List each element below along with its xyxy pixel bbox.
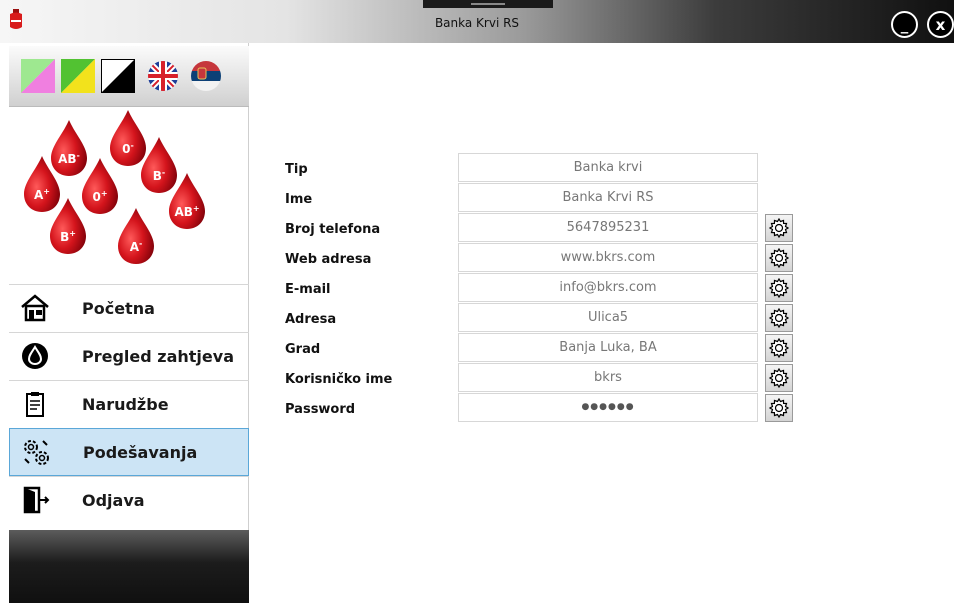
adresa-field[interactable]: Ulica5 xyxy=(458,303,758,332)
e-mail-label: E-mail xyxy=(285,282,331,297)
serbian-flag-icon[interactable] xyxy=(191,61,221,91)
blood-drop-1: AB- xyxy=(51,120,87,176)
grad-label: Grad xyxy=(285,342,321,357)
pink-green-theme-button[interactable] xyxy=(21,59,55,93)
e-mail-edit-button[interactable] xyxy=(765,274,793,302)
sidebar-item-label: Početna xyxy=(82,299,155,318)
sidebar: AB- 0- B- A+ 0+ AB+ B+ A- Početna Pregled zahtje… xyxy=(0,43,249,603)
adresa-edit-button[interactable] xyxy=(765,304,793,332)
sidebar-item-clipboard[interactable]: Narudžbe xyxy=(9,380,249,428)
tip-field[interactable]: Banka krvi xyxy=(458,153,758,182)
blood-drop-8: A- xyxy=(118,208,154,264)
web-adresa-label: Web adresa xyxy=(285,252,372,267)
black-white-theme-button[interactable] xyxy=(101,59,135,93)
korisnicko-ime-label: Korisničko ime xyxy=(285,372,393,387)
close-button[interactable]: x xyxy=(927,11,954,38)
blood-drop-2: 0- xyxy=(110,110,146,166)
korisnicko-ime-field[interactable]: bkrs xyxy=(458,363,758,392)
clipboard-icon xyxy=(20,389,50,419)
window-title: Banka Krvi RS xyxy=(434,16,520,30)
ime-label: Ime xyxy=(285,192,313,207)
sidebar-item-home[interactable]: Početna xyxy=(9,284,249,332)
korisnicko-ime-edit-button[interactable] xyxy=(765,364,793,392)
broj-telefona-label: Broj telefona xyxy=(285,222,381,237)
web-adresa-field[interactable]: www.bkrs.com xyxy=(458,243,758,272)
blood-types-graphic: AB- 0-B-A+ 0+AB+B+A- xyxy=(24,110,205,264)
blood-drop-5: 0+ xyxy=(82,158,118,214)
broj-telefona-field[interactable]: 5647895231 xyxy=(458,213,758,242)
english-flag-icon[interactable] xyxy=(148,61,178,91)
sidebar-item-label: Narudžbe xyxy=(82,395,169,414)
theme-language-bar xyxy=(9,46,249,107)
sidebar-item-label: Podešavanja xyxy=(83,443,198,462)
title-bar: Banka Krvi RS _ x xyxy=(0,0,954,43)
blood-drop-icon xyxy=(20,341,50,371)
sidebar-footer xyxy=(9,530,249,603)
adresa-label: Adresa xyxy=(285,312,337,327)
sidebar-item-blood-drop[interactable]: Pregled zahtjeva xyxy=(9,332,249,380)
title-notch xyxy=(423,0,553,8)
sidebar-item-logout[interactable]: Odjava xyxy=(9,476,249,524)
password-label: Password xyxy=(285,402,356,417)
grad-field[interactable]: Banja Luka, BA xyxy=(458,333,758,362)
sidebar-item-label: Odjava xyxy=(82,491,145,510)
minimize-button[interactable]: _ xyxy=(891,11,918,38)
web-adresa-edit-button[interactable] xyxy=(765,244,793,272)
e-mail-field[interactable]: info@bkrs.com xyxy=(458,273,758,302)
password-field[interactable]: ●●●●●● xyxy=(458,393,758,422)
blood-drop-3: B- xyxy=(141,137,177,193)
sidebar-item-settings[interactable]: Podešavanja xyxy=(9,428,249,476)
tip-label: Tip xyxy=(285,162,308,177)
broj-telefona-edit-button[interactable] xyxy=(765,214,793,242)
settings-icon xyxy=(21,437,51,467)
main-nav: Početna Pregled zahtjeva Narudžbe Podešavan… xyxy=(9,284,249,524)
sidebar-item-label: Pregled zahtjeva xyxy=(82,347,234,366)
ime-field[interactable]: Banka Krvi RS xyxy=(458,183,758,212)
password-edit-button[interactable] xyxy=(765,394,793,422)
yellow-green-theme-button[interactable] xyxy=(61,59,95,93)
grad-edit-button[interactable] xyxy=(765,334,793,362)
logout-icon xyxy=(20,485,50,515)
home-icon xyxy=(20,293,50,323)
